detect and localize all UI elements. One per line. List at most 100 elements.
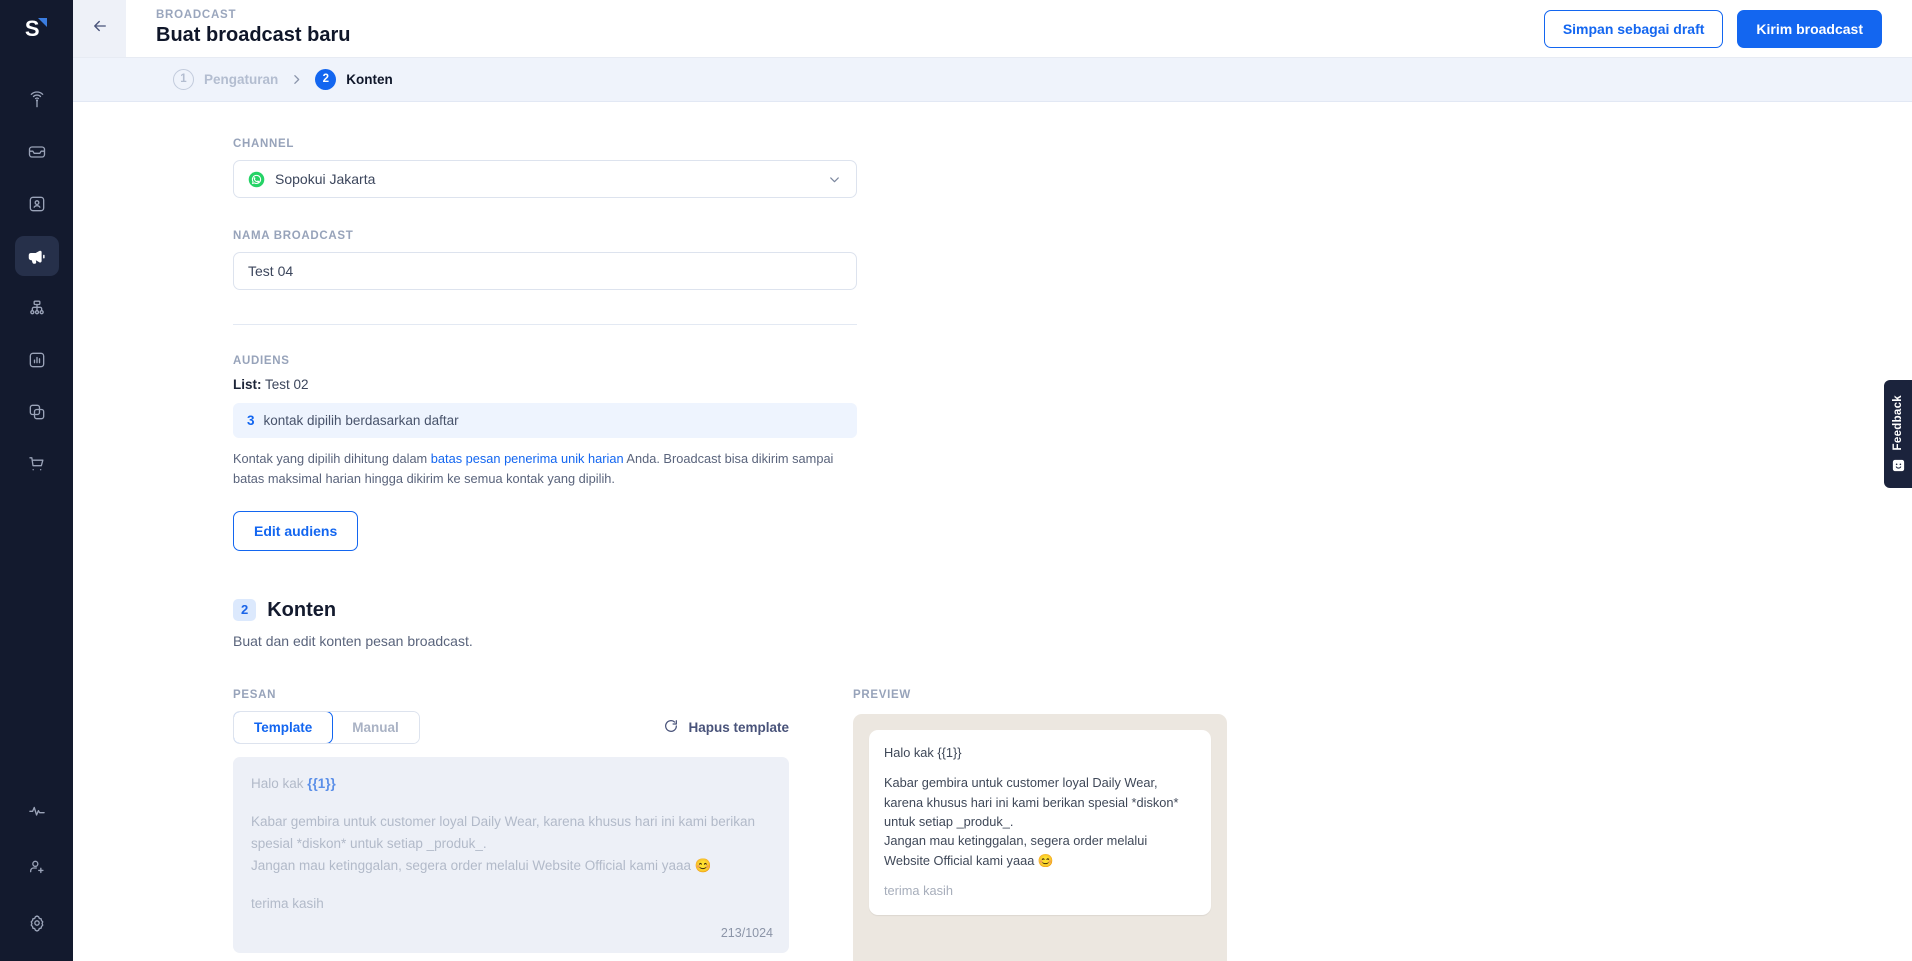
refresh-icon xyxy=(663,718,679,737)
breadcrumb-eyebrow: BROADCAST xyxy=(156,8,237,21)
audience-list-name: Test 02 xyxy=(265,377,309,392)
header-title-group: BROADCAST Buat broadcast baru xyxy=(126,0,1544,57)
channel-label: CHANNEL xyxy=(233,138,295,150)
feedback-label: Feedback xyxy=(1892,394,1904,451)
analytics-bar-chart-icon[interactable] xyxy=(15,340,59,380)
message-label: PESAN xyxy=(233,688,277,701)
message-textarea[interactable]: Halo kak {{1}} Kabar gembira untuk custo… xyxy=(233,757,789,954)
audience-list-line: List: Test 02 xyxy=(233,377,1912,392)
preview-blank-line xyxy=(884,762,1196,773)
audience-count-chip: 3 kontak dipilih berdasarkan daftar xyxy=(233,403,857,438)
sidebar-item-campaign[interactable] xyxy=(14,236,59,276)
smiley-feedback-icon xyxy=(1891,458,1906,473)
content-section-subtitle: Buat dan edit konten pesan broadcast. xyxy=(233,632,473,649)
channel-select[interactable]: Sopokui Jakarta xyxy=(233,160,857,198)
chevron-right-icon xyxy=(290,73,303,86)
channel-select-value-group: Sopokui Jakarta xyxy=(248,171,375,188)
sidebar-nav-bottom xyxy=(15,791,59,961)
step-2-number: 2 xyxy=(315,69,337,90)
sidebar-item-inbox[interactable] xyxy=(15,132,59,172)
back-button[interactable] xyxy=(73,0,126,57)
message-blank-line-2 xyxy=(251,877,771,893)
sidebar-item-commerce[interactable] xyxy=(15,444,59,484)
step-1-number: 1 xyxy=(173,69,194,90)
spacer-channel-name xyxy=(233,198,1912,230)
logo-triangle-icon xyxy=(38,17,48,27)
sidebar-item-analytics[interactable] xyxy=(15,340,59,380)
section-divider xyxy=(233,324,857,325)
whatsapp-icon xyxy=(248,171,265,188)
edit-audience-button[interactable]: Edit audiens xyxy=(233,510,359,551)
save-draft-button[interactable]: Simpan sebagai draft xyxy=(1543,9,1724,48)
step-2-label: Konten xyxy=(346,72,393,87)
step-1-label: Pengaturan xyxy=(204,72,279,87)
preview-card: Halo kak {{1}} Kabar gembira untuk custo… xyxy=(853,713,1227,961)
clear-template-button[interactable]: Hapus template xyxy=(663,718,789,737)
feedback-tab[interactable]: Feedback xyxy=(1884,380,1912,488)
broadcast-name-label: NAMA BROADCAST xyxy=(233,230,354,242)
sidebar-item-settings[interactable] xyxy=(15,903,59,943)
audience-count-text: kontak dipilih berdasarkan daftar xyxy=(263,413,459,428)
sidebar-item-layers[interactable] xyxy=(15,392,59,432)
send-broadcast-button[interactable]: Kirim broadcast xyxy=(1737,9,1882,48)
character-counter: 213/1024 xyxy=(720,925,773,940)
preview-message-bubble: Halo kak {{1}} Kabar gembira untuk custo… xyxy=(869,729,1211,915)
message-greeting-line: Halo kak {{1}} xyxy=(251,773,771,795)
step-konten[interactable]: 2 Konten xyxy=(315,69,393,90)
message-editor-column: PESAN Template Manual Hapus template Hal… xyxy=(233,689,789,961)
message-mode-tabs: Template Manual xyxy=(233,710,420,745)
audience-helper-text: Kontak yang dipilih dihitung dalam batas… xyxy=(233,449,843,489)
main-column: BROADCAST Buat broadcast baru Simpan seb… xyxy=(73,0,1912,961)
clear-template-label: Hapus template xyxy=(688,719,789,735)
add-user-icon[interactable] xyxy=(15,847,59,887)
main-sidebar: S xyxy=(0,0,73,961)
message-greeting-variable: {{1}} xyxy=(307,776,336,792)
daily-limit-link[interactable]: batas pesan penerima unik harian xyxy=(431,451,624,466)
page-content: CHANNEL Sopokui Jakarta NAMA BROADCAST T… xyxy=(73,102,1912,961)
chevron-down-icon xyxy=(827,172,842,187)
sidebar-item-add-user[interactable] xyxy=(15,847,59,887)
page-title: Buat broadcast baru xyxy=(156,24,351,47)
preview-body-line-1: Kabar gembira untuk customer loyal Daily… xyxy=(884,775,1179,829)
activity-pulse-icon[interactable] xyxy=(15,791,59,831)
sidebar-item-activity[interactable] xyxy=(15,791,59,831)
form-column: CHANNEL Sopokui Jakarta NAMA BROADCAST T… xyxy=(73,138,1912,961)
contacts-icon[interactable] xyxy=(15,184,59,224)
content-section-head: 2 Konten xyxy=(233,599,1912,622)
shopping-cart-icon[interactable] xyxy=(15,444,59,484)
tab-template[interactable]: Template xyxy=(233,711,334,744)
preview-label: PREVIEW xyxy=(853,688,911,701)
megaphone-icon[interactable] xyxy=(14,236,59,276)
sidebar-item-flow[interactable] xyxy=(15,288,59,328)
sidebar-item-contacts[interactable] xyxy=(15,184,59,224)
step-breadcrumb: 1 Pengaturan 2 Konten xyxy=(73,58,1912,102)
header-actions: Simpan sebagai draft Kirim broadcast xyxy=(1543,0,1912,57)
preview-body-line-2: Jangan mau ketinggalan, segera order mel… xyxy=(884,833,1148,868)
app-root: S BROADCAST Buat broadcast baru Simpan s… xyxy=(0,0,1912,961)
inbox-icon[interactable] xyxy=(15,132,59,172)
logo-letter: S xyxy=(24,16,40,41)
message-tabs-row: Template Manual Hapus template xyxy=(233,710,789,745)
settings-gear-icon[interactable] xyxy=(15,903,59,943)
broadcast-name-input[interactable]: Test 04 xyxy=(233,252,857,290)
preview-greeting: Halo kak {{1}} xyxy=(884,744,962,760)
message-footer-text: terima kasih xyxy=(251,895,324,911)
broadcast-name-value: Test 04 xyxy=(248,263,294,279)
app-logo[interactable]: S xyxy=(0,0,73,58)
layers-copy-icon[interactable] xyxy=(15,392,59,432)
editor-preview-row: PESAN Template Manual Hapus template Hal… xyxy=(233,689,1912,961)
audience-label: AUDIENS xyxy=(233,355,290,367)
broadcast-antenna-icon[interactable] xyxy=(15,80,59,120)
flow-sitemap-icon[interactable] xyxy=(15,288,59,328)
audience-list-prefix: List: xyxy=(233,377,262,392)
message-greeting-text: Halo kak xyxy=(251,776,308,792)
content-section-title: Konten xyxy=(267,598,337,621)
arrow-left-icon xyxy=(91,17,109,40)
page-header: BROADCAST Buat broadcast baru Simpan seb… xyxy=(73,0,1912,58)
step-pengaturan[interactable]: 1 Pengaturan xyxy=(173,69,278,90)
audience-count-number: 3 xyxy=(247,413,255,428)
tab-manual[interactable]: Manual xyxy=(332,711,419,744)
content-section-badge: 2 xyxy=(233,599,257,622)
sidebar-item-broadcast[interactable] xyxy=(15,80,59,120)
audience-helper-before: Kontak yang dipilih dihitung dalam xyxy=(233,451,431,466)
